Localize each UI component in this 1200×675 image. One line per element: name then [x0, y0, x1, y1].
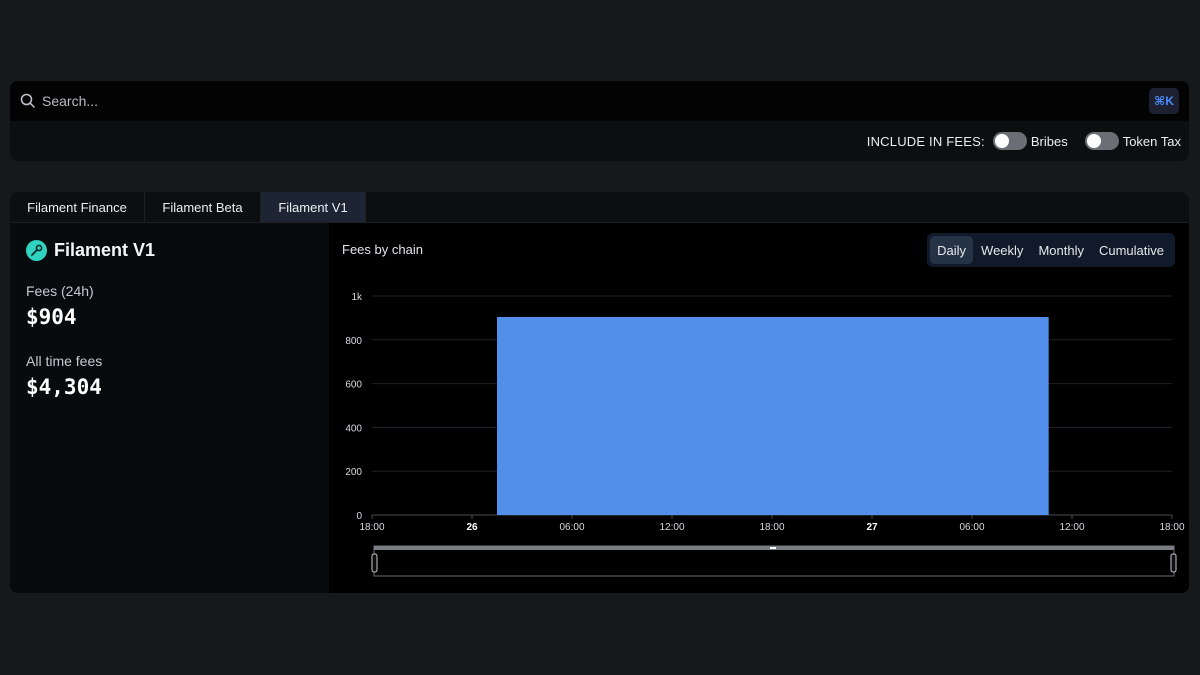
chart-title: Fees by chain [342, 242, 423, 257]
token-tax-toggle-group: Token Tax [1084, 132, 1181, 150]
zoom-grip-icon[interactable] [770, 547, 776, 549]
period-selector: Daily Weekly Monthly Cumulative [927, 233, 1175, 267]
command-k-shortcut[interactable]: ⌘K [1149, 88, 1179, 114]
y-tick-label: 400 [345, 423, 362, 434]
period-daily-button[interactable]: Daily [930, 236, 974, 264]
protocol-name: Filament V1 [54, 240, 156, 260]
bribes-toggle[interactable] [992, 132, 1027, 150]
include-in-fees-row: INCLUDE IN FEES: Bribes Token Tax [10, 121, 1189, 161]
fees-24h-value: $904 [26, 305, 77, 329]
x-tick-label: 18:00 [359, 522, 384, 533]
search-input[interactable] [42, 93, 1042, 109]
y-tick-label: 0 [356, 511, 362, 522]
tab-filament-finance[interactable]: Filament Finance [10, 192, 145, 222]
search-panel: ⌘K INCLUDE IN FEES: Bribes Token Tax [10, 81, 1189, 161]
token-tax-label: Token Tax [1122, 133, 1181, 149]
x-tick-label: 27 [866, 522, 878, 533]
bribes-label: Bribes [1030, 133, 1068, 149]
zoom-range-track[interactable] [373, 545, 1175, 577]
all-time-fees-stat: All time fees $4,304 [26, 353, 313, 399]
tab-filament-beta[interactable]: Filament Beta [145, 192, 261, 222]
tab-filament-v1[interactable]: Filament V1 [261, 192, 366, 222]
search-bar: ⌘K [10, 81, 1189, 121]
token-tax-toggle[interactable] [1084, 132, 1119, 150]
all-time-fees-value: $4,304 [26, 375, 102, 399]
protocol-tabs: Filament Finance Filament Beta Filament … [10, 192, 1189, 223]
period-monthly-button[interactable]: Monthly [1031, 236, 1091, 264]
y-tick-label: 200 [345, 467, 362, 478]
period-cumulative-button[interactable]: Cumulative [1092, 236, 1171, 264]
y-tick-label: 800 [345, 336, 362, 347]
x-tick-label: 06:00 [559, 522, 584, 533]
x-tick-label: 18:00 [759, 522, 784, 533]
all-time-fees-label: All time fees [26, 353, 103, 369]
include-in-fees-label: INCLUDE IN FEES: [866, 133, 985, 149]
protocol-header: Filament V1 [26, 240, 313, 261]
bribes-toggle-group: Bribes [992, 132, 1068, 150]
x-tick-label: 12:00 [1059, 522, 1084, 533]
filament-logo-icon [26, 240, 47, 261]
y-tick-label: 1k [351, 292, 363, 303]
protocol-summary: Filament V1 Fees (24h) $904 All time fee… [10, 223, 329, 593]
search-icon [20, 93, 36, 109]
fees-24h-label: Fees (24h) [26, 283, 94, 299]
series-area [497, 317, 1049, 515]
x-tick-label: 06:00 [959, 522, 984, 533]
zoom-handle-left[interactable] [371, 553, 378, 573]
period-weekly-button[interactable]: Weekly [974, 236, 1030, 264]
fees-chart: 0 200 400 600 800 1k 18:00 26 06:00 12:00 18:00 27 0… [345, 292, 1185, 577]
protocol-panel: Filament Finance Filament Beta Filament … [10, 192, 1189, 593]
protocol-body: Filament V1 Fees (24h) $904 All time fee… [10, 223, 1189, 593]
chart-panel: 0 200 400 600 800 1k 18:00 26 06:00 12:00 18:00 27 0… [329, 223, 1189, 593]
x-tick-label: 12:00 [659, 522, 684, 533]
y-tick-label: 600 [345, 380, 362, 391]
zoom-handle-right[interactable] [1170, 553, 1177, 573]
fees-24h-stat: Fees (24h) $904 [26, 283, 313, 329]
x-tick-label: 18:00 [1159, 522, 1184, 533]
x-tick-label: 26 [466, 522, 478, 533]
